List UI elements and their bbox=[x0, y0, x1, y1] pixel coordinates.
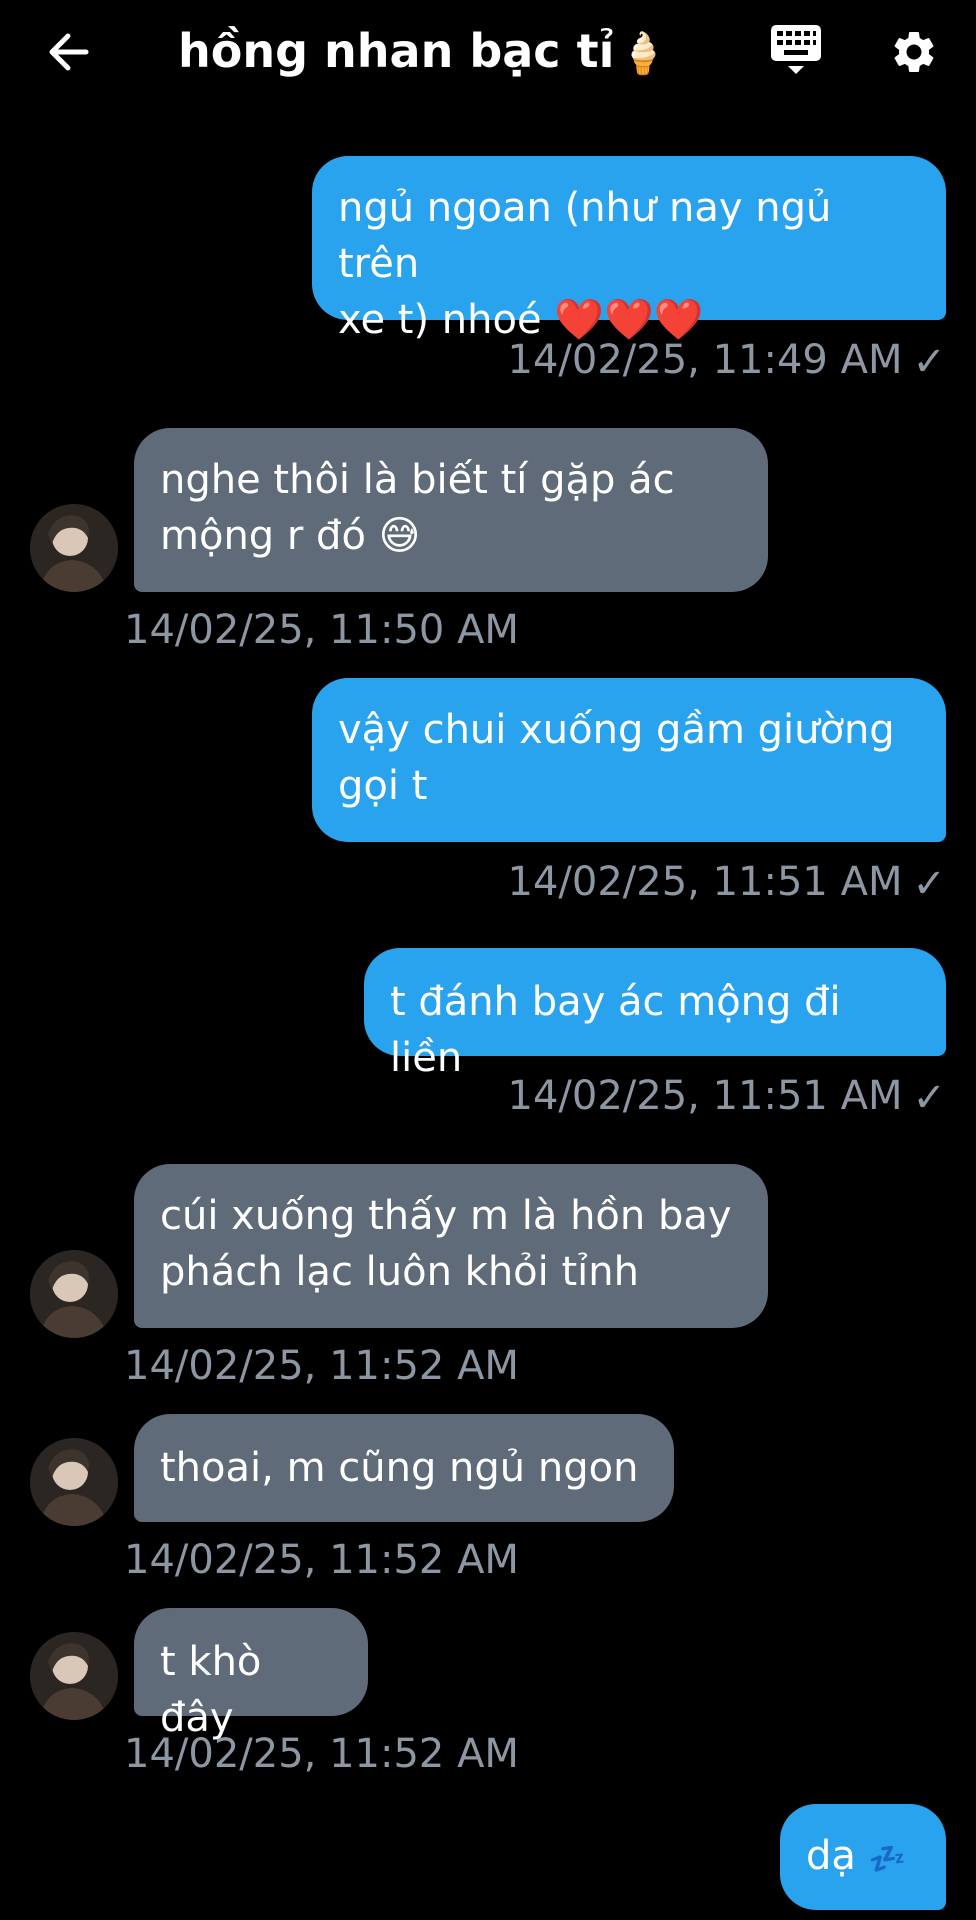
message-timestamp: 14/02/25, 11:51 AM ✓ bbox=[500, 1072, 946, 1122]
sweat-smile-emoji: 😅 bbox=[378, 513, 421, 559]
message-text: vậy chui xuống gầm giường gọi t bbox=[338, 707, 895, 809]
received-message-bubble[interactable]: thoai, m cũng ngủ ngon bbox=[134, 1414, 674, 1522]
timestamp-text: 14/02/25, 11:50 AM bbox=[124, 607, 519, 653]
message-text: cúi xuống thấy m là hồn bay phách lạc lu… bbox=[160, 1193, 732, 1295]
chat-header: hồng nhan bạc tỉ 🍦 bbox=[0, 0, 976, 110]
sent-message-bubble[interactable]: ngủ ngoan (như nay ngủ trên xe t) nhoé ❤… bbox=[312, 156, 946, 343]
contact-avatar[interactable] bbox=[30, 504, 118, 592]
sent-check-icon: ✓ bbox=[912, 339, 946, 385]
received-message-bubble[interactable]: t khò đây bbox=[134, 1608, 368, 1741]
keyboard-icon bbox=[771, 25, 821, 74]
contact-avatar[interactable] bbox=[30, 1632, 118, 1720]
message-text: dạ bbox=[806, 1833, 856, 1879]
avatar-image bbox=[30, 1250, 118, 1338]
chat-title[interactable]: hồng nhan bạc tỉ 🍦 bbox=[178, 20, 668, 82]
timestamp-text: 14/02/25, 11:51 AM bbox=[507, 1073, 903, 1119]
timestamp-text: 14/02/25, 11:52 AM bbox=[124, 1537, 519, 1583]
avatar-image bbox=[30, 504, 118, 592]
message-timestamp: 14/02/25, 11:51 AM ✓ bbox=[500, 858, 946, 908]
timestamp-text: 14/02/25, 11:51 AM bbox=[507, 859, 903, 905]
message-text: t đánh bay ác mộng đi liền bbox=[390, 979, 854, 1081]
sent-message-bubble[interactable]: vậy chui xuống gầm giường gọi t bbox=[312, 678, 946, 842]
sent-message-bubble[interactable]: dạ 💤 bbox=[780, 1804, 946, 1910]
avatar-image bbox=[30, 1438, 118, 1526]
settings-button[interactable] bbox=[886, 24, 942, 80]
gear-icon bbox=[894, 31, 934, 73]
received-message-bubble[interactable]: cúi xuống thấy m là hồn bay phách lạc lu… bbox=[134, 1164, 768, 1328]
message-timestamp: 14/02/25, 11:49 AM ✓ bbox=[500, 336, 946, 386]
message-text: t khò đây bbox=[160, 1639, 275, 1741]
contact-avatar[interactable] bbox=[30, 1250, 118, 1338]
timestamp-text: 14/02/25, 11:49 AM bbox=[507, 337, 903, 383]
avatar-image bbox=[30, 1632, 118, 1720]
message-timestamp: 14/02/25, 11:52 AM bbox=[124, 1536, 519, 1584]
timestamp-text: 14/02/25, 11:52 AM bbox=[124, 1343, 519, 1389]
chat-title-text: hồng nhan bạc tỉ bbox=[178, 24, 615, 78]
message-text: thoai, m cũng ngủ ngon bbox=[160, 1445, 639, 1491]
zzz-emoji: 💤 bbox=[868, 1842, 906, 1877]
sent-check-icon: ✓ bbox=[912, 861, 946, 907]
message-timestamp: 14/02/25, 11:52 AM bbox=[124, 1730, 519, 1778]
timestamp-text: 14/02/25, 11:52 AM bbox=[124, 1731, 519, 1777]
sent-check-icon: ✓ bbox=[912, 1075, 946, 1121]
back-button[interactable] bbox=[40, 26, 96, 78]
ice-cream-emoji: 🍦 bbox=[618, 31, 669, 77]
arrow-left-icon bbox=[49, 33, 89, 71]
sent-message-bubble[interactable]: t đánh bay ác mộng đi liền bbox=[364, 948, 946, 1081]
message-timestamp: 14/02/25, 11:52 AM bbox=[124, 1342, 519, 1390]
message-timestamp: 14/02/25, 11:50 AM bbox=[124, 606, 519, 654]
keyboard-button[interactable] bbox=[766, 20, 826, 82]
received-message-bubble[interactable]: nghe thôi là biết tí gặp ác mộng r đó 😅 bbox=[134, 428, 768, 592]
contact-avatar[interactable] bbox=[30, 1438, 118, 1526]
